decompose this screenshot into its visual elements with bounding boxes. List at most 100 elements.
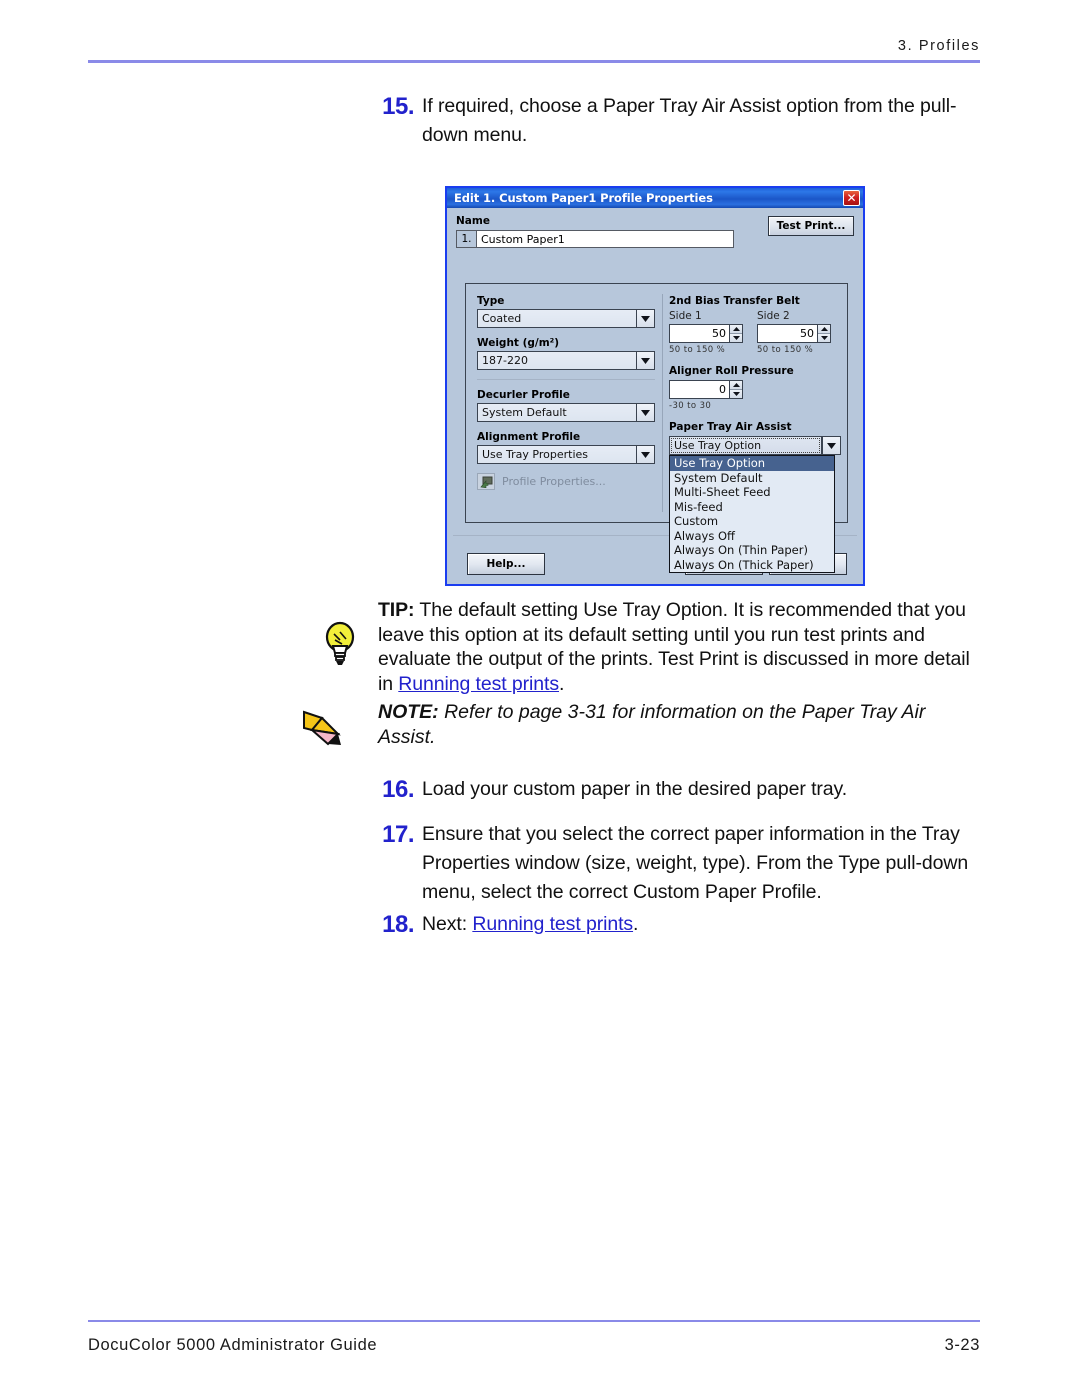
step-15: 15. If required, choose a Paper Tray Air… <box>370 92 970 150</box>
side1-value[interactable]: 50 <box>669 324 730 343</box>
tip-body-2: . <box>559 672 565 695</box>
air-assist-option[interactable]: Always On (Thick Paper) <box>670 558 834 573</box>
tip-link-running-test-prints[interactable]: Running test prints <box>398 673 559 695</box>
step-17-text: Ensure that you select the correct paper… <box>422 823 969 903</box>
step-17-number: 17. <box>382 821 414 848</box>
page-footer: DocuColor 5000 Administrator Guide 3-23 <box>88 1319 980 1356</box>
air-assist-title: Paper Tray Air Assist <box>669 421 792 433</box>
dialog-titlebar[interactable]: Edit 1. Custom Paper1 Profile Properties… <box>447 188 863 208</box>
chevron-down-icon[interactable] <box>822 436 841 455</box>
page-header: 3. Profiles <box>88 38 980 63</box>
step-16-number: 16. <box>382 776 414 803</box>
spinner-up-icon[interactable] <box>730 381 742 390</box>
side1-label: Side 1 <box>669 310 702 322</box>
side1-group: Side 1 50 50 to 150 % <box>669 310 743 355</box>
profile-properties-icon <box>477 473 495 490</box>
air-assist-option[interactable]: Custom <box>670 514 834 529</box>
side2-group: Side 2 50 50 to 150 % <box>757 310 831 355</box>
weight-value: 187-220 <box>477 351 636 370</box>
side2-spin-buttons[interactable] <box>818 324 831 343</box>
settings-group-panel: Type Coated Weight (g/m²) 187-220 Decurl… <box>465 283 848 573</box>
air-assist-option[interactable]: System Default <box>670 471 834 486</box>
alignment-label: Alignment Profile <box>477 431 581 443</box>
alignment-value: Use Tray Properties <box>477 445 636 464</box>
tip-text: TIP: The default setting Use Tray Option… <box>378 598 970 696</box>
air-assist-dropdown[interactable]: Use Tray Option Use Tray Option System De… <box>669 436 841 573</box>
decurler-label: Decurler Profile <box>477 389 570 401</box>
type-combobox[interactable]: Coated <box>477 309 655 328</box>
decurler-value: System Default <box>477 403 636 422</box>
aligner-value[interactable]: 0 <box>669 380 730 399</box>
step-15-text: If required, choose a Paper Tray Air Ass… <box>422 95 957 146</box>
aligner-range: -30 to 30 <box>669 401 712 411</box>
side2-spinner[interactable]: 50 <box>757 324 831 343</box>
profile-properties-dialog[interactable]: Edit 1. Custom Paper1 Profile Properties… <box>445 186 865 586</box>
header-rule <box>88 60 980 63</box>
air-assist-option[interactable]: Use Tray Option <box>670 456 834 471</box>
step-18: 18. Next: Running test prints. <box>370 910 970 940</box>
decurler-combobox[interactable]: System Default <box>477 403 655 422</box>
step-16: 16. Load your custom paper in the desire… <box>370 775 970 805</box>
chevron-down-icon[interactable] <box>636 445 655 464</box>
left-settings-column: Type Coated Weight (g/m²) 187-220 Decurl… <box>477 295 655 490</box>
chevron-down-icon[interactable] <box>636 309 655 328</box>
step-18-text: Next: Running test prints. <box>422 910 638 939</box>
side2-label: Side 2 <box>757 310 790 322</box>
spinner-up-icon[interactable] <box>730 325 742 334</box>
name-row: 1. Custom Paper1 <box>456 230 734 248</box>
aligner-group: 0 -30 to 30 <box>669 380 743 411</box>
profile-properties-button[interactable]: Profile Properties... <box>477 473 655 490</box>
bias-belt-sides: Side 1 50 50 to 150 % Side 2 50 50 to 15… <box>669 310 841 355</box>
air-assist-option[interactable]: Multi-Sheet Feed <box>670 485 834 500</box>
step-15-number: 15. <box>382 93 414 120</box>
type-label: Type <box>477 295 505 307</box>
note-text: NOTE: Refer to page 3-31 for information… <box>378 700 970 750</box>
side2-value[interactable]: 50 <box>757 324 818 343</box>
note-block: NOTE: Refer to page 3-31 for information… <box>295 700 970 750</box>
spinner-up-icon[interactable] <box>818 325 830 334</box>
aligner-spin-buttons[interactable] <box>730 380 743 399</box>
right-settings-column: 2nd Bias Transfer Belt Side 1 50 50 to 1… <box>669 295 841 573</box>
left-column-divider <box>477 379 655 380</box>
air-assist-option-list[interactable]: Use Tray Option System Default Multi-Sheet… <box>669 455 835 573</box>
weight-combobox[interactable]: 187-220 <box>477 351 655 370</box>
footer-row: DocuColor 5000 Administrator Guide 3-23 <box>88 1336 980 1355</box>
side1-spinner[interactable]: 50 <box>669 324 743 343</box>
spinner-down-icon[interactable] <box>730 334 742 342</box>
step-18-link-running-test-prints[interactable]: Running test prints <box>472 913 633 935</box>
step-18-number: 18. <box>382 911 414 938</box>
alignment-combobox[interactable]: Use Tray Properties <box>477 445 655 464</box>
step-17: 17. Ensure that you select the correct p… <box>370 820 970 907</box>
name-index: 1. <box>456 230 476 248</box>
footer-page-number: 3-23 <box>944 1336 980 1354</box>
side1-spin-buttons[interactable] <box>730 324 743 343</box>
step-18-prefix: Next: <box>422 913 473 935</box>
side2-range: 50 to 150 % <box>757 345 814 355</box>
step-16-text: Load your custom paper in the desired pa… <box>422 778 848 800</box>
test-print-button[interactable]: Test Print... <box>768 216 854 236</box>
help-button[interactable]: Help... <box>467 553 545 575</box>
type-value: Coated <box>477 309 636 328</box>
aligner-spinner[interactable]: 0 <box>669 380 743 399</box>
note-label: NOTE: <box>378 701 439 723</box>
chevron-down-icon[interactable] <box>636 403 655 422</box>
name-input[interactable]: Custom Paper1 <box>476 230 734 248</box>
chevron-down-icon[interactable] <box>636 351 655 370</box>
air-assist-option[interactable]: Mis-feed <box>670 500 834 515</box>
air-assist-option[interactable]: Always On (Thin Paper) <box>670 543 834 558</box>
air-assist-combobox[interactable]: Use Tray Option <box>669 436 841 455</box>
spinner-down-icon[interactable] <box>730 390 742 398</box>
close-icon[interactable]: ✕ <box>843 190 860 206</box>
air-assist-selected-value: Use Tray Option <box>669 436 822 455</box>
air-assist-option[interactable]: Always Off <box>670 529 834 544</box>
header-section-title: 3. Profiles <box>897 38 980 54</box>
side1-range: 50 to 150 % <box>669 345 726 355</box>
dialog-title: Edit 1. Custom Paper1 Profile Properties <box>454 191 713 205</box>
weight-label: Weight (g/m²) <box>477 337 560 349</box>
bias-belt-title: 2nd Bias Transfer Belt <box>669 295 800 307</box>
footer-guide-title: DocuColor 5000 Administrator Guide <box>88 1336 378 1354</box>
spinner-down-icon[interactable] <box>818 334 830 342</box>
dialog-body: Name 1. Custom Paper1 Test Print... Type… <box>447 208 863 584</box>
footer-rule <box>88 1319 980 1322</box>
aligner-title: Aligner Roll Pressure <box>669 365 794 377</box>
